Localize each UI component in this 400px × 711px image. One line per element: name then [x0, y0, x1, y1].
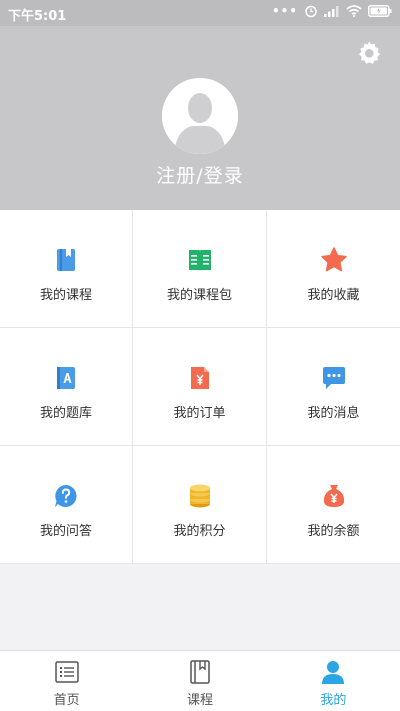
profile-header: 注册/登录 [0, 26, 400, 210]
grid-item-my-qa[interactable]: 我的问答 [0, 446, 133, 564]
avatar[interactable] [162, 78, 238, 154]
money-bag-icon [323, 485, 344, 507]
grid-item-label: 我的余额 [307, 524, 360, 539]
battery-icon [368, 5, 392, 17]
course-book-icon [57, 249, 75, 271]
grid-item-label: 我的收藏 [307, 288, 360, 303]
alarm-icon [305, 5, 317, 18]
bottom-tab-bar: 首页 课程 我的 [0, 650, 400, 711]
message-icon [322, 367, 345, 389]
tab-label: 首页 [53, 693, 80, 708]
course-package-icon [188, 250, 211, 271]
question-icon [55, 485, 77, 507]
grid-item-my-messages[interactable]: 我的消息 [267, 328, 400, 446]
grid-item-my-balance[interactable]: 我的余额 [267, 446, 400, 564]
status-bar: 下午5:01 ••• [0, 0, 400, 26]
home-list-icon [54, 661, 79, 683]
grid-item-my-course-packages[interactable]: 我的课程包 [133, 210, 267, 328]
profile-icon [322, 661, 345, 684]
signal-icon [324, 6, 339, 17]
status-icons: ••• [272, 4, 392, 18]
grid-item-my-favorites[interactable]: 我的收藏 [267, 210, 400, 328]
tab-courses[interactable]: 课程 [133, 651, 266, 711]
tab-label: 我的 [320, 693, 347, 708]
grid-item-label: 我的题库 [39, 406, 92, 421]
feature-grid: 我的课程 我的课程包 我的收藏 我的题库 我的订单 我的消息 我的问答 我的积分… [0, 210, 400, 564]
grid-item-my-courses[interactable]: 我的课程 [0, 210, 133, 328]
star-icon [320, 247, 347, 272]
coins-icon [189, 484, 210, 508]
tab-mine[interactable]: 我的 [267, 651, 400, 711]
grid-item-my-points[interactable]: 我的积分 [133, 446, 267, 564]
grid-item-my-question-bank[interactable]: 我的题库 [0, 328, 133, 446]
grid-item-label: 我的课程包 [166, 288, 232, 303]
gear-icon[interactable] [356, 40, 382, 66]
tab-label: 课程 [186, 693, 213, 708]
default-avatar-icon [162, 78, 238, 154]
status-time: 下午5:01 [8, 9, 67, 24]
app-root: 下午5:01 ••• 注册/登录 我的课程 我的课程包 我的收藏 我的题库 我的… [0, 0, 400, 711]
grid-item-label: 我的问答 [39, 524, 92, 539]
login-register-link[interactable]: 注册/登录 [0, 161, 400, 188]
grid-item-label: 我的积分 [173, 524, 226, 539]
grid-item-my-orders[interactable]: 我的订单 [133, 328, 267, 446]
wifi-icon [346, 5, 362, 17]
course-tab-icon [190, 660, 210, 684]
grid-item-label: 我的课程 [39, 288, 92, 303]
grid-item-label: 我的订单 [173, 406, 226, 421]
tab-home[interactable]: 首页 [0, 651, 133, 711]
order-icon [190, 367, 209, 389]
grid-item-label: 我的消息 [307, 406, 360, 421]
more-notifications-icon: ••• [271, 4, 298, 18]
question-bank-icon [57, 367, 75, 389]
